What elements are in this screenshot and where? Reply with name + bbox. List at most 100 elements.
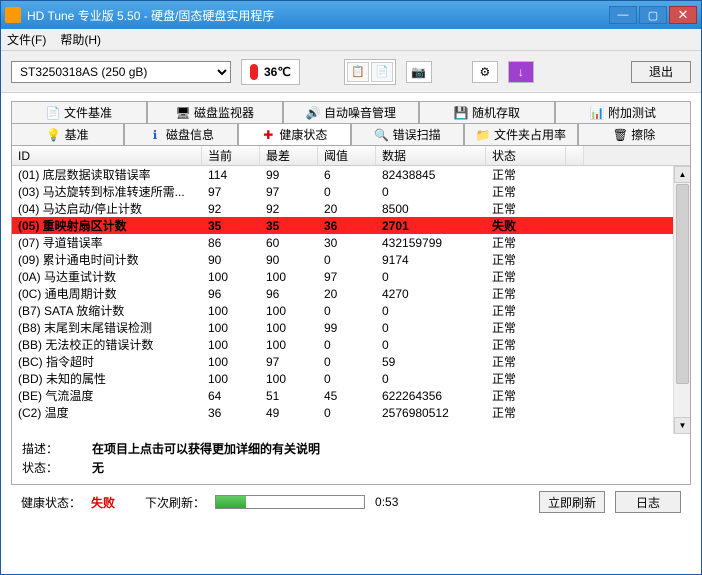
cell-id: (B8) 末尾到末尾错误检测 bbox=[12, 319, 202, 336]
cell-threshold: 0 bbox=[318, 372, 376, 386]
screenshot-button[interactable]: 📷 bbox=[406, 61, 432, 83]
cell-status: 正常 bbox=[486, 404, 566, 421]
app-icon bbox=[5, 7, 21, 23]
table-row[interactable]: (09) 累计通电时间计数909009174正常 bbox=[12, 251, 690, 268]
col-data[interactable]: 数据 bbox=[376, 146, 486, 165]
table-row[interactable]: (BE) 气流温度645145622264356正常 bbox=[12, 387, 690, 404]
copy-info-button[interactable]: 📄 bbox=[371, 62, 393, 82]
table-row[interactable]: (07) 寻道错误率866030432159799正常 bbox=[12, 234, 690, 251]
table-row[interactable]: (BC) 指令超时10097059正常 bbox=[12, 353, 690, 370]
speaker-icon: 🔊 bbox=[306, 106, 320, 120]
cell-worst: 60 bbox=[260, 236, 318, 250]
status-value: 无 bbox=[92, 459, 104, 476]
cell-id: (04) 马达启动/停止计数 bbox=[12, 200, 202, 217]
menu-file[interactable]: 文件(F) bbox=[7, 31, 46, 48]
scroll-up-button[interactable]: ▲ bbox=[674, 166, 690, 183]
tab-erase[interactable]: 🗑擦除 bbox=[578, 123, 691, 145]
cell-status: 正常 bbox=[486, 183, 566, 200]
table-row[interactable]: (01) 底层数据读取错误率11499682438845正常 bbox=[12, 166, 690, 183]
trash-icon: 🗑 bbox=[613, 128, 627, 142]
temperature-value: 36℃ bbox=[264, 65, 291, 79]
cell-status: 正常 bbox=[486, 387, 566, 404]
temperature-display: 36℃ bbox=[241, 59, 300, 85]
table-row[interactable]: (B8) 末尾到末尾错误检测100100990正常 bbox=[12, 319, 690, 336]
log-button[interactable]: 日志 bbox=[615, 491, 681, 513]
cell-status: 正常 bbox=[486, 319, 566, 336]
cell-id: (01) 底层数据读取错误率 bbox=[12, 166, 202, 183]
drive-select[interactable]: ST3250318AS (250 gB) bbox=[11, 61, 231, 83]
tab-aam[interactable]: 🔊自动噪音管理 bbox=[283, 101, 419, 123]
cell-data: 4270 bbox=[376, 287, 486, 301]
tab-error-scan[interactable]: 🔍错误扫描 bbox=[351, 123, 464, 145]
cell-data: 0 bbox=[376, 372, 486, 386]
tab-disk-monitor[interactable]: 🖥磁盘监视器 bbox=[147, 101, 283, 123]
cell-worst: 92 bbox=[260, 202, 318, 216]
tab-random-access[interactable]: 💾随机存取 bbox=[419, 101, 555, 123]
table-row[interactable]: (03) 马达旋转到标准转速所需...979700正常 bbox=[12, 183, 690, 200]
cell-threshold: 0 bbox=[318, 406, 376, 420]
cell-status: 正常 bbox=[486, 353, 566, 370]
tab-info[interactable]: ℹ磁盘信息 bbox=[124, 123, 237, 145]
menu-help[interactable]: 帮助(H) bbox=[60, 31, 101, 48]
tab-file-benchmark[interactable]: 📄文件基准 bbox=[11, 101, 147, 123]
cell-id: (07) 寻道错误率 bbox=[12, 234, 202, 251]
tab-health[interactable]: ✚健康状态 bbox=[238, 123, 351, 145]
col-scroll bbox=[566, 146, 584, 165]
cell-current: 114 bbox=[202, 168, 260, 182]
health-label: 健康状态： bbox=[21, 494, 81, 511]
cell-status: 正常 bbox=[486, 336, 566, 353]
close-button[interactable]: ✕ bbox=[669, 6, 697, 24]
minimize-button[interactable]: — bbox=[609, 6, 637, 24]
refresh-button[interactable]: ↓ bbox=[508, 61, 534, 83]
table-row[interactable]: (0C) 通电周期计数9696204270正常 bbox=[12, 285, 690, 302]
cell-id: (0C) 通电周期计数 bbox=[12, 285, 202, 302]
cell-current: 90 bbox=[202, 253, 260, 267]
scroll-down-button[interactable]: ▼ bbox=[674, 417, 690, 434]
cell-data: 0 bbox=[376, 185, 486, 199]
cell-current: 100 bbox=[202, 372, 260, 386]
refresh-timer: 0:53 bbox=[375, 495, 398, 509]
scroll-thumb[interactable] bbox=[676, 184, 689, 384]
desc-value: 在项目上点击可以获得更加详细的有关说明 bbox=[92, 440, 320, 457]
cell-current: 35 bbox=[202, 219, 260, 233]
cell-data: 2701 bbox=[376, 219, 486, 233]
table-row[interactable]: (C2) 温度364902576980512正常 bbox=[12, 404, 690, 421]
col-status[interactable]: 状态 bbox=[486, 146, 566, 165]
tab-folder-usage[interactable]: 📁文件夹占用率 bbox=[464, 123, 577, 145]
cell-id: (0A) 马达重试计数 bbox=[12, 268, 202, 285]
cell-id: (05) 重映射扇区计数 bbox=[12, 217, 202, 234]
cell-worst: 35 bbox=[260, 219, 318, 233]
exit-button[interactable]: 退出 bbox=[631, 61, 691, 83]
table-row[interactable]: (BB) 无法校正的错误计数10010000正常 bbox=[12, 336, 690, 353]
cell-data: 622264356 bbox=[376, 389, 486, 403]
col-current[interactable]: 当前 bbox=[202, 146, 260, 165]
col-threshold[interactable]: 阈值 bbox=[318, 146, 376, 165]
progress-bar bbox=[216, 496, 246, 508]
tab-benchmark[interactable]: 💡基准 bbox=[11, 123, 124, 145]
options-button[interactable]: ⚙ bbox=[472, 61, 498, 83]
cell-id: (BC) 指令超时 bbox=[12, 353, 202, 370]
col-worst[interactable]: 最差 bbox=[260, 146, 318, 165]
cell-data: 0 bbox=[376, 270, 486, 284]
file-icon: 📄 bbox=[46, 106, 60, 120]
cell-id: (03) 马达旋转到标准转速所需... bbox=[12, 183, 202, 200]
table-row[interactable]: (04) 马达启动/停止计数9292208500正常 bbox=[12, 200, 690, 217]
table-row[interactable]: (05) 重映射扇区计数3535362701失败 bbox=[12, 217, 690, 234]
refresh-now-button[interactable]: 立即刷新 bbox=[539, 491, 605, 513]
maximize-button[interactable]: ▢ bbox=[639, 6, 667, 24]
table-row[interactable]: (B7) SATA 放缩计数10010000正常 bbox=[12, 302, 690, 319]
scrollbar[interactable]: ▲ ▼ bbox=[673, 166, 690, 434]
cell-status: 正常 bbox=[486, 268, 566, 285]
tab-row-bottom: 💡基准 ℹ磁盘信息 ✚健康状态 🔍错误扫描 📁文件夹占用率 🗑擦除 bbox=[11, 123, 691, 145]
bulb-icon: 💡 bbox=[47, 128, 61, 142]
cell-id: (C2) 温度 bbox=[12, 404, 202, 421]
cell-current: 96 bbox=[202, 287, 260, 301]
cell-current: 36 bbox=[202, 406, 260, 420]
col-id[interactable]: ID bbox=[12, 146, 202, 165]
table-row[interactable]: (BD) 未知的属性10010000正常 bbox=[12, 370, 690, 387]
table-row[interactable]: (0A) 马达重试计数100100970正常 bbox=[12, 268, 690, 285]
copy-screenshot-button[interactable]: 📋 bbox=[347, 62, 369, 82]
cell-worst: 99 bbox=[260, 168, 318, 182]
cell-status: 正常 bbox=[486, 200, 566, 217]
tab-extra-tests[interactable]: 📊附加测试 bbox=[555, 101, 691, 123]
